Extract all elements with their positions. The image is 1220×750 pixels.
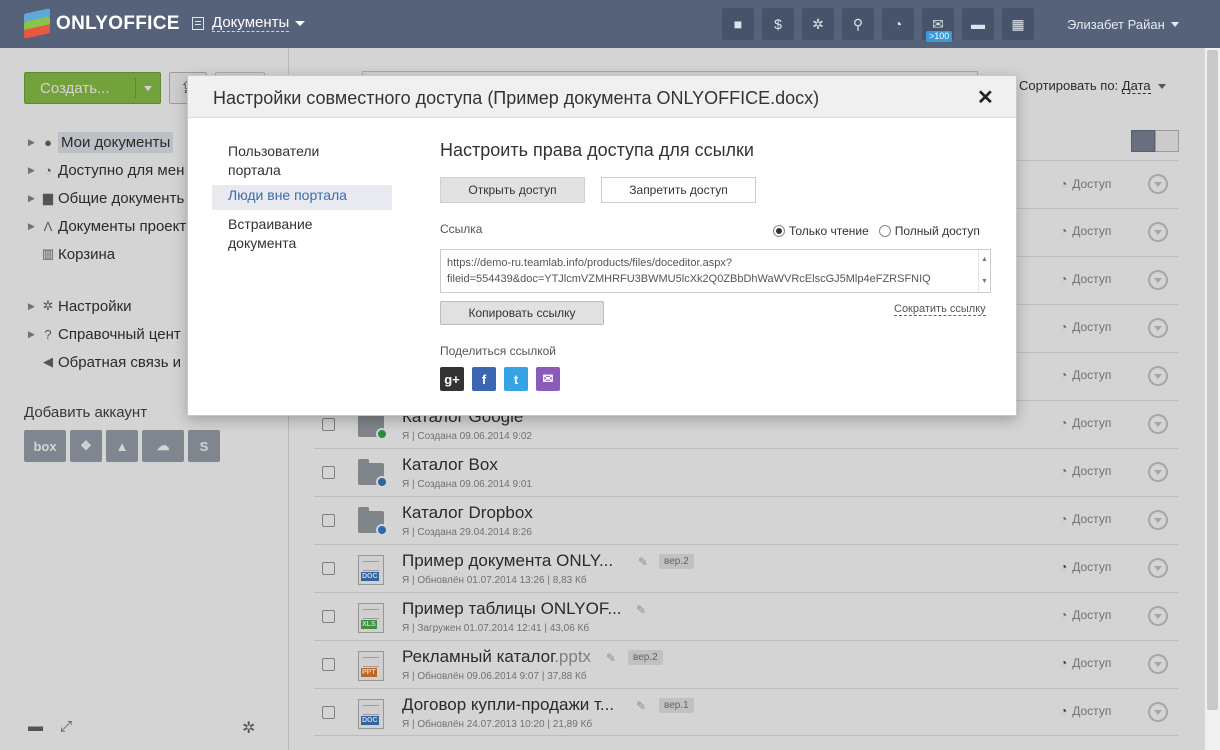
link-field-scrollbar[interactable] — [978, 250, 990, 292]
full-access-radio[interactable] — [878, 225, 891, 237]
open-access-button[interactable]: Открыть доступ — [440, 177, 585, 203]
module-label: Документы — [212, 14, 290, 32]
onlyoffice-logo[interactable]: ONLYOFFICE — [24, 8, 180, 39]
tab-portal-users[interactable]: Пользователи портала — [212, 142, 392, 180]
dialog-header: Настройки совместного доступа (Пример до… — [188, 76, 1016, 118]
chevron-down-icon — [295, 20, 306, 26]
chat-icon[interactable]: ▬ — [962, 8, 994, 40]
user-menu[interactable]: Элизабет Райан — [1067, 17, 1179, 32]
read-only-label[interactable]: Только чтение — [789, 224, 869, 238]
mail-icon[interactable]: ✉ >100 — [922, 8, 954, 42]
link-text-line: https://demo-ru.teamlab.info/products/fi… — [447, 257, 732, 269]
feed-icon[interactable]: ◔ — [882, 8, 914, 40]
full-access-label[interactable]: Полный доступ — [895, 224, 980, 238]
section-title: Настроить права доступа для ссылки — [440, 140, 754, 160]
google-plus-icon[interactable]: g+ — [440, 367, 464, 391]
tab-external-people[interactable]: Люди вне портала — [212, 185, 392, 210]
mail-badge: >100 — [926, 31, 953, 42]
read-only-radio[interactable] — [773, 225, 785, 237]
calendar-icon[interactable]: ▦ — [1002, 8, 1034, 40]
search-icon[interactable]: ⚲ — [842, 8, 874, 40]
twitter-icon[interactable]: t — [504, 367, 528, 391]
scrollbar-thumb[interactable] — [1207, 50, 1218, 710]
share-via-label: Поделиться ссылкой — [440, 344, 556, 358]
tab-embed-document[interactable]: Встраивание документа — [212, 215, 392, 253]
share-link-field[interactable]: https://demo-ru.teamlab.info/products/fi… — [440, 249, 991, 293]
module-switcher[interactable]: Документы — [192, 14, 306, 32]
access-level-radios: Только чтение Полный доступ — [773, 224, 980, 238]
gear-icon[interactable]: ✲ — [802, 8, 834, 40]
top-bar: ONLYOFFICE Документы ■ $ ✲ ⚲ ◔ ✉ >100 ▬ ▦… — [0, 0, 1220, 48]
copy-link-button[interactable]: Копировать ссылку — [440, 301, 604, 325]
video-icon[interactable]: ■ — [722, 8, 754, 40]
user-name: Элизабет Райан — [1067, 17, 1165, 32]
logo-icon — [24, 8, 50, 39]
dialog-title: Настройки совместного доступа (Пример до… — [213, 88, 820, 108]
shorten-link[interactable]: Сократить ссылку — [894, 303, 986, 316]
chevron-down-icon — [1170, 22, 1179, 27]
dollar-icon[interactable]: $ — [762, 8, 794, 40]
deny-access-button[interactable]: Запретить доступ — [601, 177, 756, 203]
sharing-settings-dialog: Настройки совместного доступа (Пример до… — [187, 75, 1017, 416]
page-scrollbar[interactable] — [1205, 48, 1220, 750]
documents-icon — [192, 16, 204, 30]
link-text-line: fileid=554439&doc=YTJlcmVZMHRFU3BWMU5lcX… — [447, 273, 931, 285]
social-share-buttons: g+ f t ✉ — [440, 367, 568, 391]
email-icon[interactable]: ✉ — [536, 367, 560, 391]
close-icon[interactable]: ✕ — [977, 85, 994, 110]
facebook-icon[interactable]: f — [472, 367, 496, 391]
logo-text: ONLYOFFICE — [56, 13, 180, 34]
link-label: Ссылка — [440, 222, 483, 236]
